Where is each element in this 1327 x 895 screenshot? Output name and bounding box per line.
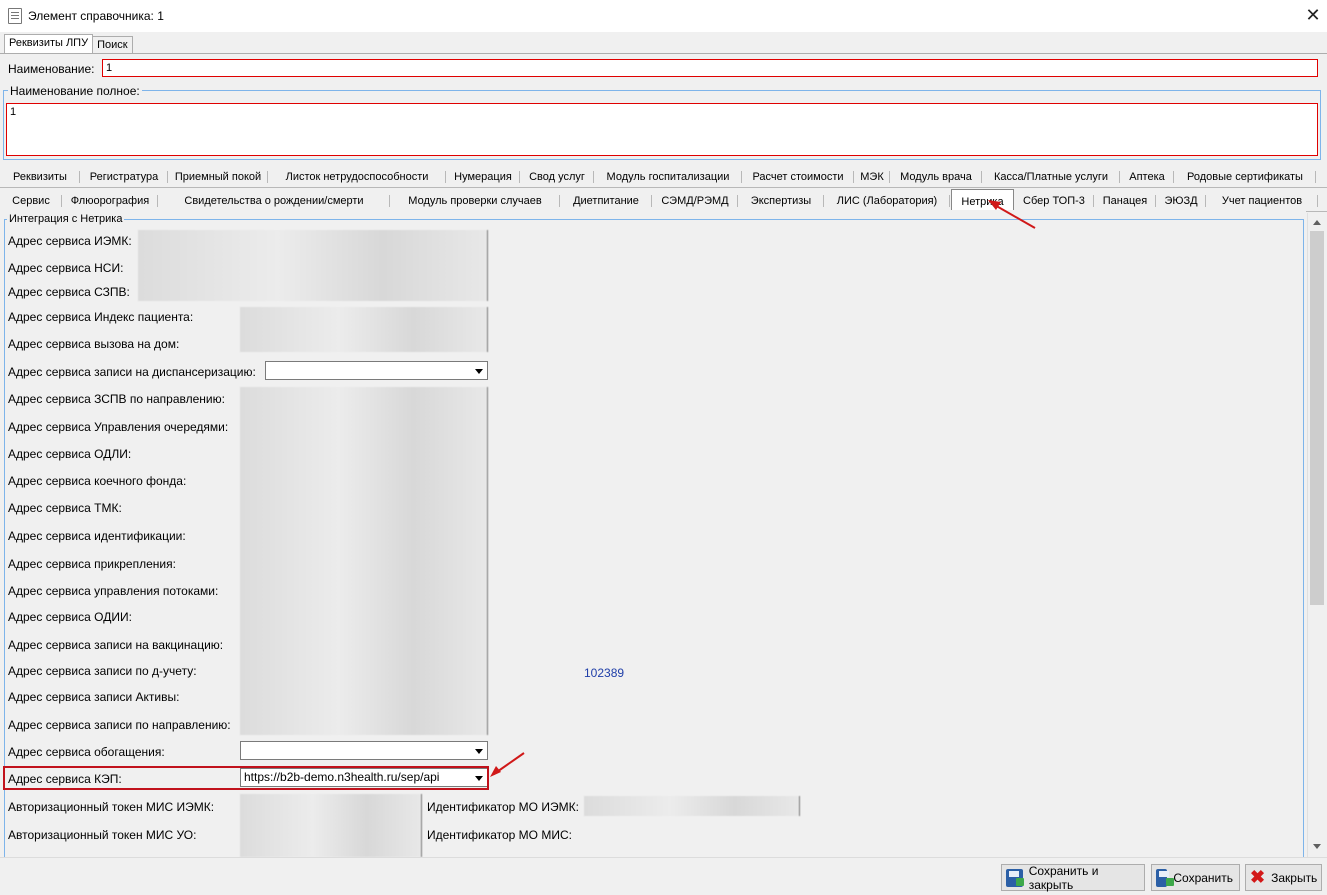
redacted-block bbox=[240, 307, 488, 352]
label-identifikacii: Адрес сервиса идентификации: bbox=[8, 529, 186, 543]
red-arrow-icon bbox=[988, 200, 1036, 229]
top-tabs: Реквизиты ЛПУ Поиск bbox=[4, 34, 133, 54]
label-po-napravleniyu: Адрес сервиса записи по направлению: bbox=[8, 718, 231, 732]
save-close-button[interactable]: Сохранить и закрыть bbox=[1001, 863, 1145, 892]
tab-modul-proverki[interactable]: Модуль проверки случаев bbox=[390, 191, 560, 211]
close-button[interactable]: ✖ Закрыть bbox=[1245, 864, 1322, 891]
window-titlebar: Элемент справочника: 1 ✕ bbox=[0, 0, 1327, 32]
redacted-block bbox=[240, 387, 488, 735]
tab-rodovye-sertifikaty[interactable]: Родовые сертификаты bbox=[1174, 167, 1316, 187]
label-koechny-fond: Адрес сервиса коечного фонда: bbox=[8, 474, 187, 488]
label-dispanserizaciya: Адрес сервиса записи на диспансеризацию: bbox=[8, 365, 256, 379]
tab-row-1: Реквизиты Регистратура Приемный покой Ли… bbox=[0, 167, 1327, 187]
vertical-scrollbar[interactable] bbox=[1307, 213, 1325, 857]
scroll-down-icon[interactable] bbox=[1309, 839, 1325, 855]
tab-priemny-pokoy[interactable]: Приемный покой bbox=[168, 167, 268, 187]
tab-servis[interactable]: Сервис bbox=[0, 191, 62, 211]
chevron-down-icon bbox=[475, 749, 483, 754]
label-szpv: Адрес сервиса СЗПВ: bbox=[8, 285, 130, 299]
tab-poisk[interactable]: Поиск bbox=[92, 36, 133, 54]
save-icon bbox=[1156, 868, 1175, 887]
redacted-block bbox=[138, 230, 488, 301]
close-label: Закрыть bbox=[1271, 870, 1318, 885]
bottom-toolbar: Сохранить и закрыть Сохранить ✖ Закрыть bbox=[0, 857, 1327, 895]
tab-raschet-stoimosti[interactable]: Расчет стоимости bbox=[742, 167, 854, 187]
netrika-group bbox=[4, 219, 1304, 857]
tab-ekspertizy[interactable]: Экспертизы bbox=[738, 191, 824, 211]
side-number: 102389 bbox=[584, 666, 625, 680]
label-id-mo-iemk: Идентификатор МО ИЭМК: bbox=[427, 800, 579, 814]
label-d-uchet: Адрес сервиса записи по д-учету: bbox=[8, 664, 197, 678]
tab-modul-vracha[interactable]: Модуль врача bbox=[890, 167, 982, 187]
tab-panaceya[interactable]: Панацея bbox=[1094, 191, 1156, 211]
kep-highlight-box bbox=[3, 766, 489, 790]
scroll-up-icon[interactable] bbox=[1309, 215, 1325, 231]
label-iemk: Адрес сервиса ИЭМК: bbox=[8, 234, 132, 248]
tab-semd-remd[interactable]: СЭМД/РЭМД bbox=[652, 191, 738, 211]
label-aktivy: Адрес сервиса записи Активы: bbox=[8, 690, 180, 704]
tab-lis[interactable]: ЛИС (Лаборатория) bbox=[824, 191, 950, 211]
fullname-input[interactable]: 1 bbox=[6, 103, 1318, 156]
tab-svod-uslug[interactable]: Свод услуг bbox=[520, 167, 594, 187]
label-vakcinaciya: Адрес сервиса записи на вакцинацию: bbox=[8, 638, 224, 652]
tab-rekvizity-lpu[interactable]: Реквизиты ЛПУ bbox=[4, 34, 94, 54]
tab-rekvizity[interactable]: Реквизиты bbox=[0, 167, 80, 187]
label-index-pacienta: Адрес сервиса Индекс пациента: bbox=[8, 310, 194, 324]
label-potoki: Адрес сервиса управления потоками: bbox=[8, 584, 219, 598]
tab-row-1-line bbox=[0, 187, 1327, 188]
tab-flyuorografiya[interactable]: Флюорография bbox=[62, 191, 158, 211]
group-title: Интеграция с Нетрика bbox=[7, 213, 125, 225]
tab-uchet-pacientov[interactable]: Учет пациентов bbox=[1206, 191, 1318, 211]
netrika-panel: Интеграция с Нетрика Адрес сервиса ИЭМК:… bbox=[0, 210, 1306, 857]
tab-dietpitanie[interactable]: Диетпитание bbox=[560, 191, 652, 211]
label-token-uo: Авторизационный токен МИС УО: bbox=[8, 828, 197, 842]
tab-numeraciya[interactable]: Нумерация bbox=[446, 167, 520, 187]
dispanserizaciya-select[interactable] bbox=[265, 361, 488, 380]
save-close-label: Сохранить и закрыть bbox=[1028, 863, 1099, 892]
name-input[interactable] bbox=[102, 59, 1318, 77]
document-icon bbox=[8, 8, 22, 24]
tab-svidetelstva[interactable]: Свидетельства о рождении/смерти bbox=[158, 191, 390, 211]
scroll-thumb[interactable] bbox=[1310, 231, 1324, 605]
redacted-block bbox=[240, 794, 422, 857]
close-icon: ✖ bbox=[1250, 867, 1266, 887]
label-zspv-napravlenie: Адрес сервиса ЗСПВ по направлению: bbox=[8, 392, 225, 406]
fullname-label: Наименование полное: bbox=[8, 84, 142, 98]
label-prikrepleniya: Адрес сервиса прикрепления: bbox=[8, 557, 176, 571]
label-odli: Адрес сервиса ОДЛИ: bbox=[8, 447, 132, 461]
red-arrow-icon bbox=[490, 752, 525, 777]
tab-listok[interactable]: Листок нетрудоспособности bbox=[268, 167, 446, 187]
window-title: Элемент справочника: 1 bbox=[28, 9, 164, 23]
save-button[interactable]: Сохранить bbox=[1151, 864, 1240, 891]
name-label: Наименование: bbox=[8, 62, 95, 76]
obogascheniya-select[interactable] bbox=[240, 741, 488, 760]
tab-apteka[interactable]: Аптека bbox=[1120, 167, 1174, 187]
save-icon bbox=[1006, 868, 1024, 887]
label-vyzov-na-dom: Адрес сервиса вызова на дом: bbox=[8, 337, 180, 351]
tabs-divider bbox=[0, 53, 1327, 54]
label-token-iemk: Авторизационный токен МИС ИЭМК: bbox=[8, 800, 215, 814]
redacted-block bbox=[584, 796, 800, 816]
tab-mek[interactable]: МЭК bbox=[854, 167, 890, 187]
tab-modul-gospitalizacii[interactable]: Модуль госпитализации bbox=[594, 167, 742, 187]
tab-registratura[interactable]: Регистратура bbox=[80, 167, 168, 187]
label-id-mo-mis: Идентификатор МО МИС: bbox=[427, 828, 572, 842]
tab-row-2: Сервис Флюорография Свидетельства о рожд… bbox=[0, 189, 1327, 213]
close-icon[interactable]: ✕ bbox=[1299, 0, 1327, 30]
label-odii: Адрес сервиса ОДИИ: bbox=[8, 610, 132, 624]
tab-kassa[interactable]: Касса/Платные услуги bbox=[982, 167, 1120, 187]
chevron-down-icon bbox=[475, 369, 483, 374]
label-tmk: Адрес сервиса ТМК: bbox=[8, 501, 122, 515]
save-label: Сохранить bbox=[1173, 870, 1233, 885]
label-obogascheniya: Адрес сервиса обогащения: bbox=[8, 745, 165, 759]
label-ocheredi: Адрес сервиса Управления очередями: bbox=[8, 420, 229, 434]
label-nsi: Адрес сервиса НСИ: bbox=[8, 261, 124, 275]
tab-eyuzd[interactable]: ЭЮЗД bbox=[1156, 191, 1206, 211]
